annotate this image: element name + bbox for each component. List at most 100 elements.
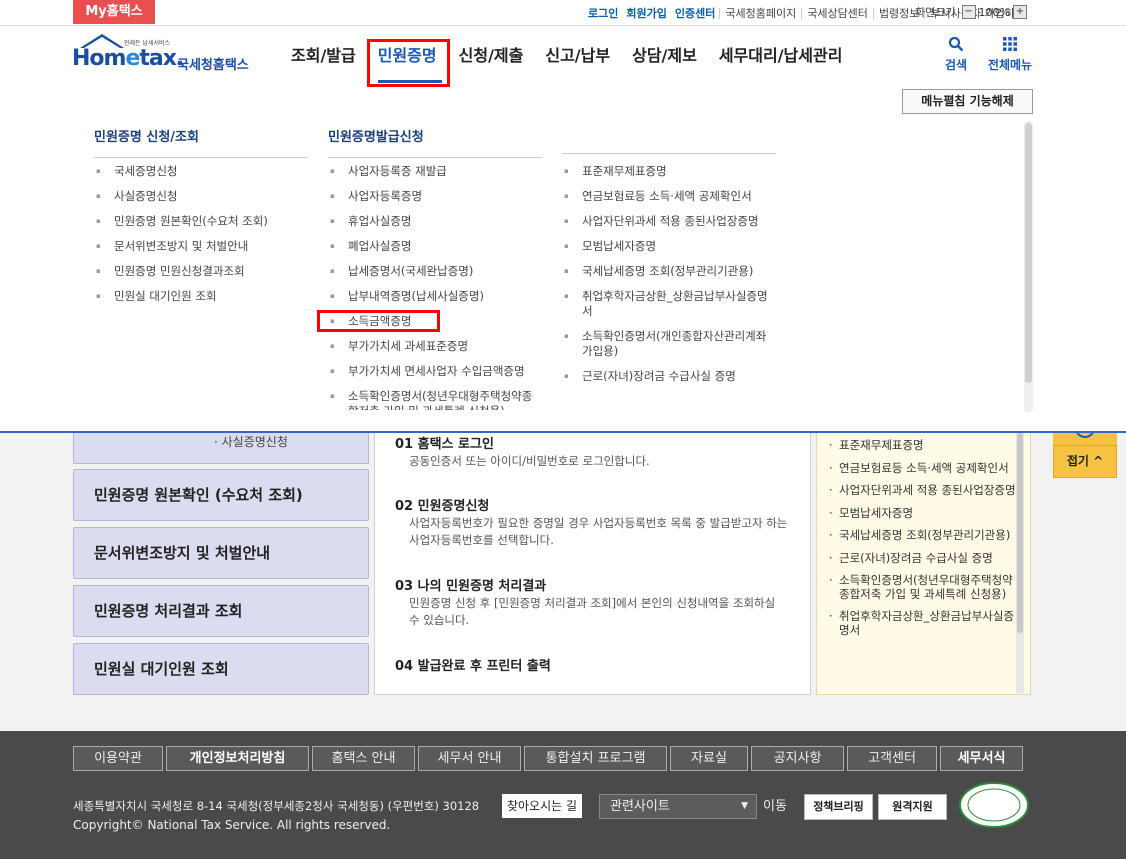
footer-link-notice[interactable]: 공지사항	[751, 746, 844, 771]
menu-item[interactable]: 소득확인증명서(청년우대형주택청약종합저축 가입 및 과세특례 신청용)	[328, 389, 542, 410]
login-link[interactable]: 로그인	[584, 8, 622, 19]
menu-item[interactable]: 민원증명 원본확인(수요처 조회)	[94, 214, 308, 229]
footer-link-tax-office[interactable]: 세무서 안내	[418, 746, 521, 771]
footer-link-customer-center[interactable]: 고객센터	[847, 746, 937, 771]
gnb-apply-submit[interactable]: 신청/제출	[448, 26, 535, 88]
quick-item[interactable]: 사업자단위과세 적용 종된사업장증명	[829, 483, 1019, 498]
footer-address: 세종특별자치시 국세청로 8-14 국세청(정부세종2청사 국세청동) (우편번…	[73, 799, 480, 813]
civil-certificate-highlight-box	[367, 39, 450, 87]
footer-links: 이용약관 개인정보처리방침 홈택스 안내 세무서 안내 통합설치 프로그램 자료…	[73, 746, 1026, 771]
remote-support-button[interactable]: 원격지원	[878, 794, 947, 820]
side-button-result-inquiry[interactable]: 민원증명 처리결과 조회	[73, 585, 369, 637]
quick-item[interactable]: 소득확인증명서(청년우대형주택청약종합저축 가입 및 과세특례 신청용)	[829, 573, 1019, 601]
menu-item[interactable]: 휴업사실증명	[328, 214, 542, 229]
hometax-logo[interactable]: 언제든 납세서비스 Hometax. 국세청홈택스	[72, 32, 262, 76]
related-sites-label: 관련사이트	[610, 799, 670, 814]
side-button-waiting-count[interactable]: 민원실 대기인원 조회	[73, 643, 369, 695]
zoom-out-button[interactable]: −	[961, 5, 976, 19]
page-content: · 사실증명신청 민원증명 원본확인 (수요처 조회) 문서위변조방지 및 처벌…	[0, 424, 1126, 731]
tax-consult-link[interactable]: 국세상담센터	[801, 7, 873, 19]
menu-item[interactable]: 납세증명서(국세완납증명)	[328, 264, 542, 279]
footer-link-privacy[interactable]: 개인정보처리방침	[166, 746, 309, 771]
menu-item[interactable]: 납부내역증명(납세사실증명)	[328, 289, 542, 304]
footer-link-terms[interactable]: 이용약관	[73, 746, 163, 771]
scrollbar-thumb[interactable]	[1025, 123, 1032, 383]
gnb-consult-report[interactable]: 상담/제보	[621, 26, 708, 88]
mega-menu-panel: 메뉴펼침 기능해제 민원증명 신청/조회 국세증명신청 사실증명신청 민원증명 …	[0, 88, 1126, 433]
col3-list: 표준재무제표증명 연금보험료등 소득·세액 공제확인서 사업자단위과세 적용 종…	[562, 164, 776, 394]
cert-center-link[interactable]: 인증센터	[671, 8, 719, 19]
all-menu-label: 전체메뉴	[987, 58, 1033, 72]
fold-button[interactable]: 접기 ^	[1053, 445, 1117, 478]
menu-item[interactable]: 민원실 대기인원 조회	[94, 289, 308, 304]
related-sites-select[interactable]: 관련사이트 ▼	[599, 794, 757, 819]
signup-link[interactable]: 회원가입	[622, 8, 670, 19]
side-button-forgery-prevention[interactable]: 문서위변조방지 및 처벌안내	[73, 527, 369, 579]
footer: 이용약관 개인정보처리방침 홈택스 안내 세무서 안내 통합설치 프로그램 자료…	[0, 731, 1126, 859]
footer-link-hometax-guide[interactable]: 홈택스 안내	[312, 746, 415, 771]
menu-item[interactable]: 근로(자녀)장려금 수급사실 증명	[562, 369, 776, 384]
web-accessibility-mark	[959, 782, 1029, 828]
step-2-desc: 사업자등록번호가 필요한 증명일 경우 사업자등록번호 목록 중 발급받고자 하…	[409, 516, 788, 547]
menu-item[interactable]: 사업자단위과세 적용 종된사업장증명	[562, 214, 776, 229]
menu-item[interactable]: 소득확인증명서(개인종합자산관리계좌 가입용)	[562, 329, 776, 359]
step-1-desc: 공동인증서 또는 아이디/비밀번호로 로그인합니다.	[409, 454, 650, 468]
my-hometax-button[interactable]: My홈택스	[73, 0, 155, 24]
menu-item[interactable]: 취업후학자금상환_상환금납부사실증명서	[562, 289, 776, 319]
search-button[interactable]: 검색	[938, 36, 974, 73]
col2-list: 사업자등록증 재발급 사업자등록증명 휴업사실증명 폐업사실증명 납세증명서(국…	[328, 164, 542, 410]
side-menu-top: · 사실증명신청	[73, 433, 369, 464]
menu-item[interactable]: 모범납세자증명	[562, 239, 776, 254]
nts-homepage-link[interactable]: 국세청홈페이지	[719, 7, 801, 19]
scrollbar-thumb[interactable]	[1017, 433, 1023, 633]
logo-nts-text: 국세청홈택스	[177, 58, 249, 73]
quick-item[interactable]: 국세납세증명 조회(정부관리기관용)	[829, 528, 1019, 543]
logo-e: e	[125, 46, 140, 71]
quick-item[interactable]: 모범납세자증명	[829, 506, 1019, 521]
menu-item[interactable]: 문서위변조방지 및 처벌안내	[94, 239, 308, 254]
zoom-in-button[interactable]: +	[1013, 5, 1027, 19]
quick-item[interactable]: 연금보험료등 소득·세액 공제확인서	[829, 461, 1019, 476]
quick-list-scrollbar[interactable]	[1016, 433, 1024, 693]
menu-item[interactable]: 폐업사실증명	[328, 239, 542, 254]
menu-item[interactable]: 연금보험료등 소득·세액 공제확인서	[562, 189, 776, 204]
go-button[interactable]: 이동	[763, 794, 793, 819]
menu-item[interactable]: 표준재무제표증명	[562, 164, 776, 179]
header: 언제든 납세서비스 Hometax. 국세청홈택스 조회/발급 민원증명 신청/…	[0, 26, 1126, 88]
zoom-control: 화면크기 − 100% +	[915, 4, 1027, 20]
policy-briefing-button[interactable]: 정책브리핑	[804, 794, 873, 820]
menu-item[interactable]: 사실증명신청	[94, 189, 308, 204]
menu-item[interactable]: 사업자등록증 재발급	[328, 164, 542, 179]
directions-button[interactable]: 찾아오시는 길	[502, 794, 582, 818]
step-3-desc: 민원증명 신청 후 [민원증명 처리결과 조회]에서 본인의 신청내역을 조회하…	[409, 596, 776, 627]
gnb-report-pay[interactable]: 신고/납부	[534, 26, 621, 88]
side-button-original-check[interactable]: 민원증명 원본확인 (수요처 조회)	[73, 469, 369, 521]
col1-list: 국세증명신청 사실증명신청 민원증명 원본확인(수요처 조회) 문서위변조방지 …	[94, 164, 308, 314]
menu-item[interactable]: 사업자등록증명	[328, 189, 542, 204]
side-sub-fact-cert[interactable]: · 사실증명신청	[214, 433, 288, 450]
menu-item[interactable]: 민원증명 민원신청결과조회	[94, 264, 308, 279]
zoom-label: 화면크기	[915, 6, 956, 19]
quick-item[interactable]: 표준재무제표증명	[829, 438, 1019, 453]
footer-link-library[interactable]: 자료실	[670, 746, 748, 771]
search-label: 검색	[944, 58, 968, 72]
copyright: Copyright© National Tax Service. All rig…	[73, 818, 391, 832]
logo-ho: Hom	[72, 46, 126, 71]
menu-item[interactable]: 국세납세증명 조회(정부관리기관용)	[562, 264, 776, 279]
footer-link-tax-forms[interactable]: 세무서식	[940, 746, 1023, 771]
footer-link-install[interactable]: 통합설치 프로그램	[524, 746, 667, 771]
mega-menu-scrollbar[interactable]	[1024, 121, 1033, 412]
quick-item[interactable]: 근로(자녀)장려금 수급사실 증명	[829, 551, 1019, 566]
gnb-tax-agent[interactable]: 세무대리/납세관리	[708, 26, 854, 88]
col2-title: 민원증명발급신청	[328, 126, 542, 158]
quick-item[interactable]: 취업후학자금상환_상환금납부사실증명서	[829, 609, 1019, 637]
process-steps-panel: 01 홈택스 로그인 공동인증서 또는 아이디/비밀번호로 로그인합니다. 02…	[374, 433, 811, 695]
menu-item[interactable]: 부가가치세 과세표준증명	[328, 339, 542, 354]
certificate-quick-list: 표준재무제표증명 연금보험료등 소득·세액 공제확인서 사업자단위과세 적용 종…	[816, 433, 1031, 695]
step-4-title: 04 발급완료 후 프린터 출력	[395, 659, 551, 674]
gnb-inquiry-issue[interactable]: 조회/발급	[280, 26, 367, 88]
all-menu-button[interactable]: 전체메뉴	[982, 36, 1038, 73]
menu-item[interactable]: 부가가치세 면세사업자 수입금액증명	[328, 364, 542, 379]
menu-unfold-disable-button[interactable]: 메뉴펼침 기능해제	[902, 89, 1033, 114]
menu-item[interactable]: 국세증명신청	[94, 164, 308, 179]
